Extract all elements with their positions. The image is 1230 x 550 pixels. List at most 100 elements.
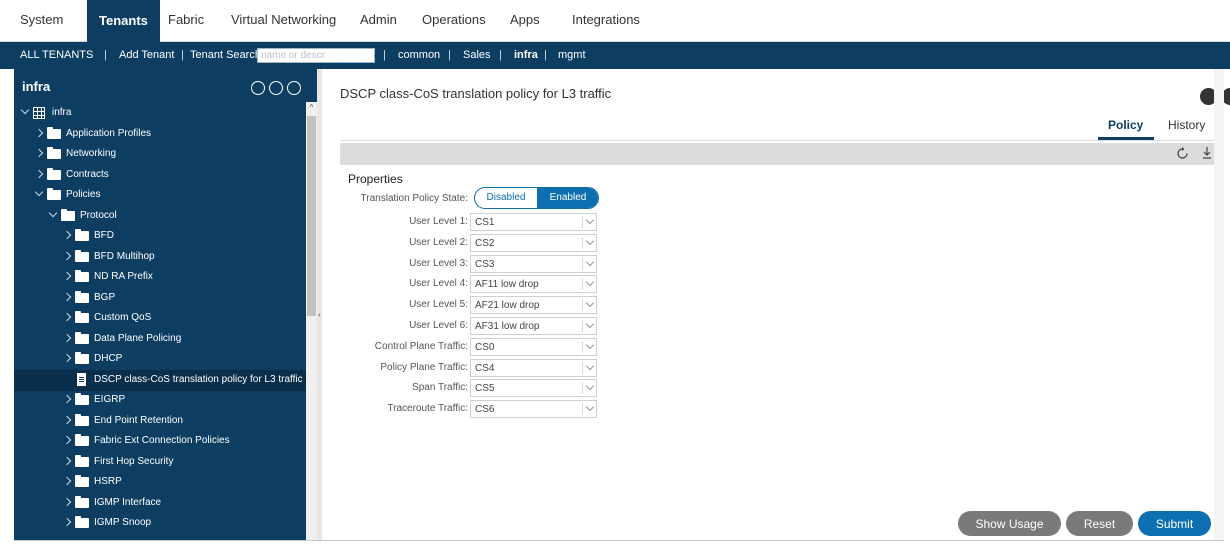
tree-item[interactable]: infra	[14, 103, 306, 124]
refresh-icon[interactable]	[287, 81, 301, 95]
chevron-right-icon[interactable]	[62, 271, 72, 281]
topnav-system[interactable]: System	[20, 12, 63, 27]
add-tenant-link[interactable]: Add Tenant	[119, 49, 174, 61]
tree-item[interactable]: End Point Retention	[14, 411, 306, 432]
topnav-admin[interactable]: Admin	[360, 12, 397, 27]
chevron-right-icon[interactable]	[62, 312, 72, 322]
folder-icon	[75, 331, 89, 344]
tree-item[interactable]: Application Profiles	[14, 124, 306, 145]
dscp-select[interactable]: CS3	[470, 254, 597, 273]
dscp-select[interactable]: AF31 low drop	[470, 317, 597, 335]
chevron-right-icon[interactable]	[62, 353, 72, 363]
dscp-select[interactable]: CS4	[470, 358, 597, 377]
tree-item[interactable]: EIGRP	[14, 390, 306, 411]
chevron-down-icon[interactable]	[585, 361, 595, 370]
tree-item[interactable]: DHCP	[14, 349, 306, 370]
refresh-icon[interactable]	[1176, 147, 1189, 160]
chevron-right-icon[interactable]	[34, 169, 44, 178]
tree-item[interactable]: ND RA Prefix	[14, 267, 306, 288]
tenant-search-input[interactable]	[257, 48, 375, 63]
dscp-select[interactable]: AF21 low drop	[470, 296, 597, 315]
tenant-link-infra[interactable]: infra	[514, 49, 538, 61]
chevron-right-icon[interactable]	[62, 517, 72, 527]
tree-item[interactable]: DSCP class-CoS translation policy for L3…	[14, 369, 306, 391]
chevron-down-icon[interactable]	[585, 298, 595, 308]
translation-policy-state-toggle[interactable]: Disabled Enabled	[474, 187, 599, 209]
chevron-down-icon[interactable]	[20, 105, 30, 115]
chevron-right-icon[interactable]	[62, 476, 72, 486]
chevron-down-icon[interactable]	[585, 215, 595, 225]
chevron-right-icon[interactable]	[62, 292, 72, 301]
tree-item[interactable]: BFD Multihop	[14, 247, 306, 268]
show-usage-button[interactable]: Show Usage	[958, 511, 1061, 536]
all-tenants-link[interactable]: ALL TENANTS	[20, 49, 93, 61]
chevron-right-icon[interactable]	[62, 435, 72, 445]
topnav-fabric[interactable]: Fabric	[168, 12, 204, 27]
dscp-select[interactable]: CS6	[470, 400, 597, 419]
toggle-option-disabled[interactable]: Disabled	[475, 188, 537, 208]
submit-button[interactable]: Submit	[1138, 511, 1211, 536]
tree-item[interactable]: IGMP Interface	[14, 493, 306, 514]
chevron-down-icon[interactable]	[585, 319, 595, 329]
tenant-link-sales[interactable]: Sales	[463, 49, 491, 61]
chevron-down-icon[interactable]	[34, 187, 44, 197]
tree-item[interactable]: HSRP	[14, 472, 306, 493]
chevron-right-icon[interactable]	[62, 456, 72, 465]
dscp-select[interactable]: CS1	[470, 213, 597, 231]
reset-button[interactable]: Reset	[1066, 511, 1133, 536]
chevron-down-icon[interactable]	[585, 340, 595, 350]
chevron-right-icon[interactable]	[62, 333, 72, 342]
topnav-operations[interactable]: Operations	[422, 12, 486, 27]
tree-item[interactable]: BFD	[14, 226, 306, 247]
chevron-down-icon[interactable]	[585, 402, 595, 412]
tree-item[interactable]: Policies	[14, 185, 306, 206]
form-row: User Level 1:	[288, 216, 468, 230]
tenant-link-mgmt[interactable]: mgmt	[558, 49, 586, 61]
chevron-down-icon[interactable]	[585, 236, 595, 246]
folder-icon	[47, 188, 61, 200]
tab-history[interactable]: History	[1168, 118, 1205, 132]
main-scrollbar[interactable]	[1214, 69, 1224, 540]
toggle-option-enabled[interactable]: Enabled	[537, 188, 598, 208]
field-label: User Level 4:	[409, 278, 468, 290]
tree-item[interactable]: Fabric Ext Connection Policies	[14, 431, 306, 452]
topnav-integrations[interactable]: Integrations	[572, 12, 640, 27]
dscp-select[interactable]: AF11 low drop	[470, 275, 597, 294]
download-icon[interactable]	[1202, 147, 1212, 160]
topnav-virtual-networking[interactable]: Virtual Networking	[231, 12, 336, 27]
dscp-select[interactable]: CS5	[470, 379, 597, 398]
dscp-select[interactable]: CS0	[470, 337, 597, 356]
tree-item[interactable]: Data Plane Policing	[14, 329, 306, 350]
chevron-right-icon[interactable]	[34, 128, 44, 137]
chevron-right-icon[interactable]	[62, 251, 72, 260]
chevron-down-icon[interactable]	[48, 208, 58, 217]
quick-start-icon[interactable]	[251, 81, 265, 95]
chevron-down-icon[interactable]	[585, 278, 595, 287]
tab-policy[interactable]: Policy	[1108, 118, 1143, 132]
separator: |	[544, 49, 547, 61]
tree-item[interactable]: BGP	[14, 288, 306, 309]
scroll-up-arrow-icon[interactable]: ^	[306, 102, 317, 114]
folder-icon	[75, 393, 89, 405]
tree-item[interactable]: IGMP Snoop	[14, 513, 306, 534]
collapse-tree-icon[interactable]	[269, 81, 283, 95]
tree-item[interactable]: Custom QoS	[14, 308, 306, 329]
chevron-right-icon[interactable]	[62, 230, 72, 240]
topnav-apps[interactable]: Apps	[510, 12, 540, 27]
tree-item-label: Networking	[66, 148, 117, 159]
tree-item[interactable]: Protocol	[14, 206, 306, 227]
chevron-right-icon[interactable]	[62, 394, 72, 404]
folder-icon	[75, 352, 89, 364]
dscp-select[interactable]: CS2	[470, 233, 597, 252]
tree-item[interactable]: Contracts	[14, 165, 306, 186]
tree-item[interactable]: Networking	[14, 144, 306, 165]
chevron-down-icon[interactable]	[585, 257, 595, 266]
chevron-right-icon[interactable]	[62, 415, 72, 424]
topnav-tenants[interactable]: Tenants	[87, 0, 160, 42]
tenant-link-common[interactable]: common	[398, 49, 440, 61]
chevron-right-icon[interactable]	[34, 148, 44, 158]
chevron-down-icon[interactable]	[585, 382, 595, 391]
tree-item[interactable]: First Hop Security	[14, 452, 306, 473]
folder-icon	[75, 270, 89, 282]
chevron-right-icon[interactable]	[62, 497, 72, 506]
